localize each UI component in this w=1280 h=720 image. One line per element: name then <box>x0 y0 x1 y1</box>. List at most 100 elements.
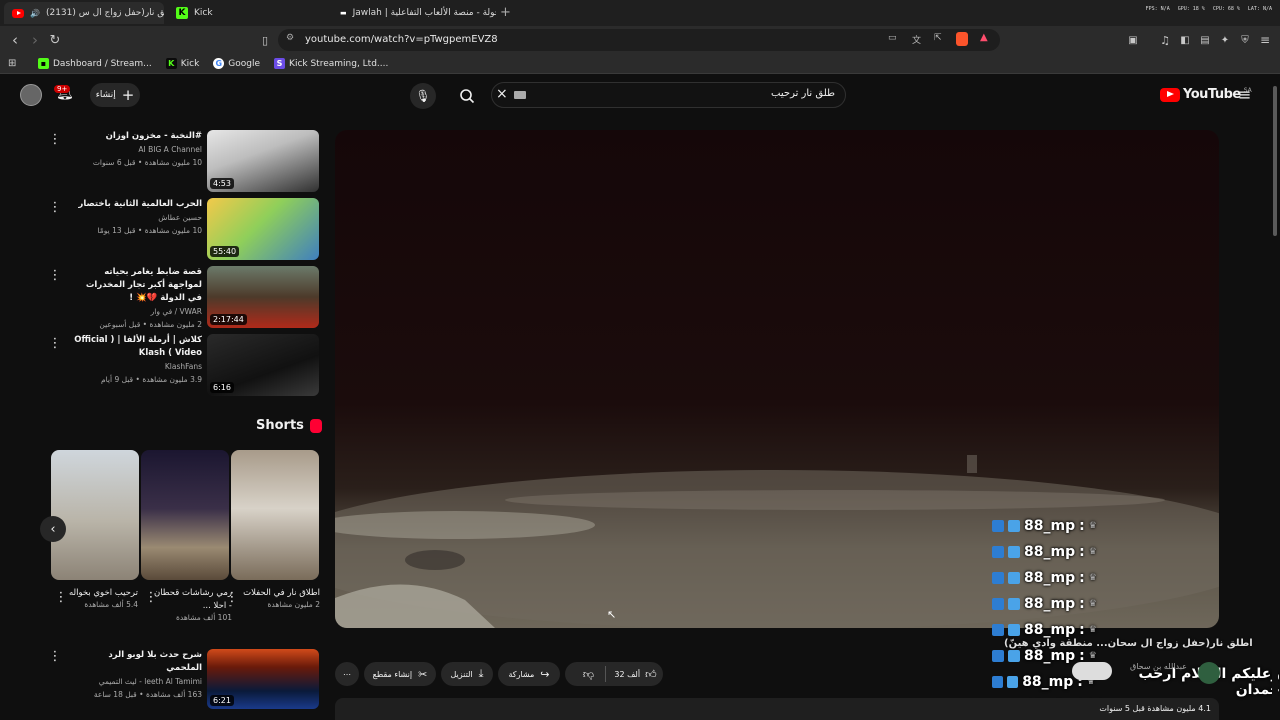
short-title[interactable]: رمي رشاشات قحطان - احلا ... <box>150 587 232 613</box>
channel-name[interactable]: leeth Al Tamimi - ليث التميمي <box>72 675 202 688</box>
short-thumbnail[interactable] <box>231 450 319 580</box>
channel-name[interactable]: AI BIG A Channel <box>72 143 202 156</box>
more-options-icon[interactable]: ⋮ <box>49 200 62 215</box>
short-title[interactable]: اطلاق نار في الحفلات <box>238 587 320 600</box>
more-options-icon[interactable]: ⋮ <box>49 268 62 283</box>
share-page-icon[interactable]: ⇱ <box>934 33 942 43</box>
video-title[interactable]: كلاش | أرملة الألفا | ( Official Video )… <box>72 334 202 360</box>
tab-kick[interactable]: K Kick <box>168 2 328 24</box>
video-title[interactable]: قصة ضابط يغامر بحياته لمواجهة أكبر تجار … <box>72 266 202 305</box>
subscribe-button[interactable] <box>1072 662 1112 680</box>
chat-badge-icon <box>1008 520 1020 532</box>
short-thumbnail[interactable] <box>141 450 229 580</box>
bookmark-dashboard[interactable]: ▪ Dashboard / Stream... <box>38 58 152 69</box>
dislike-icon[interactable]: 👎︎ <box>571 668 605 681</box>
youtube-favicon-icon <box>12 8 24 18</box>
channel-name[interactable]: حسين عطاش <box>72 211 202 224</box>
tab-jawlah[interactable]: ▬ Jawlah | جولة - منصة الألعاب التفاعلية <box>332 2 496 24</box>
search-input[interactable]: × طلق نار ترحيب <box>491 82 846 108</box>
more-options-icon[interactable]: ⋮ <box>49 132 62 147</box>
menu-icon[interactable]: ≡ <box>1256 31 1274 49</box>
recommendation-item[interactable]: 4:53 #النخبة - مخزون اوزان AI BIG A Chan… <box>72 130 320 194</box>
channel-name[interactable]: VWAR / في وار <box>72 305 202 318</box>
shorts-prev-button[interactable]: ‹ <box>40 516 66 542</box>
brave-shield-icon[interactable] <box>956 32 968 46</box>
channel-name[interactable]: KlashFans <box>72 360 202 373</box>
recommendation-item[interactable]: 6:16 كلاش | أرملة الألفا | ( Official Vi… <box>72 334 320 398</box>
back-icon[interactable]: ‹ <box>6 31 24 49</box>
description-box[interactable]: 4.1 مليون مشاهدة قبل 5 سنوات <box>335 698 1219 720</box>
duration-badge: 6:21 <box>210 695 234 706</box>
video-thumbnail[interactable]: 55:40 <box>207 198 319 260</box>
more-actions-button[interactable]: ⋯ <box>335 662 359 686</box>
create-button[interactable]: إنشاء + <box>90 83 140 107</box>
more-options-icon[interactable]: ⋮ <box>49 649 62 664</box>
video-thumbnail[interactable]: 6:21 <box>207 649 319 709</box>
translate-icon[interactable]: 文 <box>912 33 921 46</box>
sidebar-icon[interactable]: ▣ <box>1124 31 1142 49</box>
bookmark-kick-streaming[interactable]: S Kick Streaming, Ltd.... <box>274 58 388 69</box>
browser-tab-bar: 🔊 (2131) اطلق نار(حفل زواج ال س... × K K… <box>0 0 1280 26</box>
clip-button[interactable]: إنشاء مقطع ✂ <box>364 662 436 686</box>
wallet-icon[interactable]: ▤ <box>1196 31 1214 49</box>
recommendation-item[interactable]: 6:21 شرح حدث بلا لوبو الرد الملحمي leeth… <box>72 649 320 711</box>
channel-name[interactable]: عبدالله بن سحاق <box>1130 662 1187 671</box>
bookmark-google[interactable]: G Google <box>213 58 260 69</box>
channel-avatar[interactable] <box>1198 662 1220 684</box>
video-title[interactable]: الحرب العالمية الثانية باختصار <box>72 198 202 211</box>
bookmark-icon[interactable]: ▯ <box>256 31 274 49</box>
recommendation-item[interactable]: 55:40 الحرب العالمية الثانية باختصار حسي… <box>72 198 320 262</box>
more-options-icon[interactable]: ⋮ <box>49 336 62 351</box>
vpn-icon[interactable]: ⛨ <box>1236 31 1254 49</box>
leo-ai-icon[interactable]: ✦ <box>1216 31 1234 49</box>
panel-icon[interactable]: ◧ <box>1176 31 1194 49</box>
like-button[interactable]: 32 ألف 👍︎ <box>606 668 656 681</box>
reload-icon[interactable]: ↻ <box>46 31 64 49</box>
download-button[interactable]: التنزيل ⤓ <box>441 662 493 686</box>
recommendation-item[interactable]: 2:17:44 قصة ضابط يغامر بحياته لمواجهة أك… <box>72 266 320 330</box>
page-scrollbar[interactable] <box>1272 76 1278 720</box>
shorts-header: Shorts <box>256 418 322 433</box>
music-icon[interactable]: ♫ <box>1156 31 1174 49</box>
recommendation-details: قصة ضابط يغامر بحياته لمواجهة أكبر تجار … <box>72 266 202 331</box>
tab-youtube[interactable]: 🔊 (2131) اطلق نار(حفل زواج ال س... × <box>4 2 164 24</box>
mute-icon[interactable]: 🔊 <box>30 9 40 18</box>
new-tab-button[interactable]: + <box>500 5 511 20</box>
chat-separator: : <box>1079 596 1085 612</box>
more-options-icon[interactable]: ⋮ <box>145 590 158 605</box>
cast-icon[interactable]: ▭ <box>888 33 897 43</box>
video-title[interactable]: #النخبة - مخزون اوزان <box>72 130 202 143</box>
forward-icon[interactable]: › <box>26 31 44 49</box>
bookmark-kick[interactable]: K Kick <box>165 58 199 69</box>
short-title[interactable]: ترحيب اخوي بخواله <box>66 587 138 600</box>
site-info-icon[interactable]: ⚙ <box>286 33 294 43</box>
video-thumbnail[interactable]: 4:53 <box>207 130 319 192</box>
chat-badge-icon <box>992 572 1004 584</box>
voice-search-icon[interactable]: 🎙︎ <box>410 83 436 109</box>
like-count: 32 ألف <box>614 669 641 679</box>
chevron-left-icon: ‹ <box>50 521 56 537</box>
chat-username: 88_mp <box>1024 544 1076 560</box>
chat-badge-icon <box>1008 546 1020 558</box>
chat-crown-icon: ♛ <box>1088 599 1097 609</box>
apps-grid-icon[interactable]: ⊞ <box>8 58 16 69</box>
avatar[interactable] <box>20 84 42 106</box>
share-button[interactable]: مشاركة ↪ <box>498 662 560 686</box>
url-field[interactable]: ⚙ youtube.com/watch?v=pTwgpemEVZ8 ▭ 文 ⇱ … <box>278 29 1000 51</box>
keyboard-icon[interactable] <box>514 91 526 99</box>
kick-favicon-icon: K <box>176 7 188 19</box>
brave-rewards-icon[interactable]: ▲ <box>980 32 988 43</box>
video-thumbnail[interactable]: 6:16 <box>207 334 319 396</box>
guide-menu-icon[interactable]: ≡ <box>1238 85 1251 104</box>
short-info: ترحيب اخوي بخواله 5.4 ألف مشاهدة <box>66 587 138 609</box>
video-title[interactable]: شرح حدث بلا لوبو الرد الملحمي <box>72 649 202 675</box>
clear-search-icon[interactable]: × <box>496 86 508 102</box>
bookmark-label: Kick Streaming, Ltd.... <box>289 58 389 69</box>
scrollbar-thumb[interactable] <box>1273 86 1277 236</box>
video-thumbnail[interactable]: 2:17:44 <box>207 266 319 328</box>
chat-message: 88_mp: ♛ <box>992 594 1107 614</box>
short-thumbnail[interactable] <box>51 450 139 580</box>
more-options-icon[interactable]: ⋮ <box>55 590 68 605</box>
search-button[interactable] <box>452 83 482 109</box>
chat-badge-icon <box>992 520 1004 532</box>
